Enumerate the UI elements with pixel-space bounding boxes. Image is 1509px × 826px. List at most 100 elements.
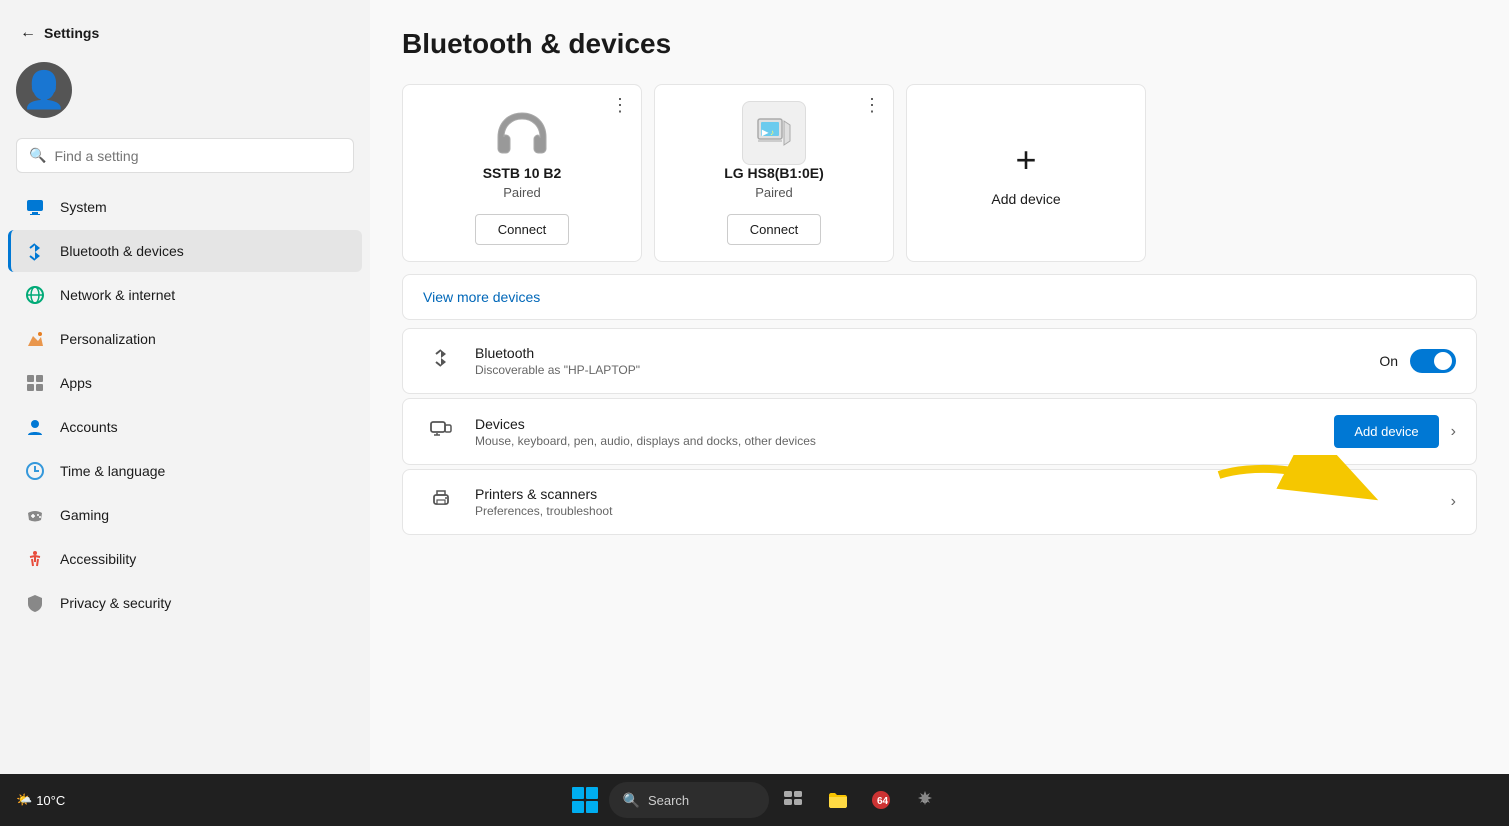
printers-row-title: Printers & scanners: [475, 486, 1435, 502]
taskbar-search-label: Search: [648, 793, 689, 808]
task-view-button[interactable]: [773, 780, 813, 820]
device-menu-dots-1[interactable]: ⋮: [611, 95, 629, 116]
sidebar-item-accessibility-label: Accessibility: [60, 551, 136, 567]
add-device-card[interactable]: + Add device: [906, 84, 1146, 262]
time-icon: [24, 460, 46, 482]
add-device-label: Add device: [991, 191, 1060, 207]
start-button[interactable]: [565, 780, 605, 820]
view-more-devices-row[interactable]: View more devices: [402, 274, 1477, 320]
printers-row-right: ›: [1451, 493, 1456, 511]
devices-row-right: Add device ›: [1334, 415, 1456, 448]
network-icon: [24, 284, 46, 306]
weather-temp: 10°C: [36, 793, 65, 808]
sidebar-item-system-label: System: [60, 199, 107, 215]
device-1-name: SSTB 10 B2: [483, 165, 562, 181]
sidebar-item-bluetooth-label: Bluetooth & devices: [60, 243, 184, 259]
view-more-devices-text: View more devices: [423, 289, 540, 305]
sidebar-item-apps[interactable]: Apps: [8, 362, 362, 404]
svg-text:64: 64: [877, 796, 889, 807]
bluetooth-toggle-area: On: [1379, 349, 1456, 373]
svg-text:▶: ▶: [761, 128, 769, 137]
device-card-headphone: ⋮ SSTB 10 B2 Paired Connect: [402, 84, 642, 262]
device-1-connect-button[interactable]: Connect: [475, 214, 569, 245]
weather-icon: 🌤️: [16, 792, 32, 808]
printers-row-icon: [423, 488, 459, 516]
taskbar-search-bar[interactable]: 🔍 Search: [609, 782, 769, 818]
bluetooth-row-title: Bluetooth: [475, 345, 1363, 361]
user-avatar-icon: 👤: [22, 69, 67, 111]
sidebar-item-apps-label: Apps: [60, 375, 92, 391]
gaming-icon: [24, 504, 46, 526]
avatar: 👤: [16, 62, 72, 118]
bluetooth-settings-row: Bluetooth Discoverable as "HP-LAPTOP" On: [402, 328, 1477, 394]
sidebar-item-privacy-label: Privacy & security: [60, 595, 171, 611]
search-input[interactable]: [54, 148, 341, 164]
device-menu-dots-2[interactable]: ⋮: [863, 95, 881, 116]
devices-row-icon: [423, 418, 459, 446]
main-content: Bluetooth & devices ⋮ SSTB 10 B2 Paired …: [370, 0, 1509, 826]
taskbar-left: 🌤️ 10°C: [16, 792, 65, 808]
device-card-media: ⋮ ▶ ♪ LG HS8(B1:0E) Paired Connect: [654, 84, 894, 262]
apps-icon: [24, 372, 46, 394]
media-device-icon: ▶ ♪: [742, 101, 806, 165]
bluetooth-toggle[interactable]: [1410, 349, 1456, 373]
sidebar-item-time-label: Time & language: [60, 463, 165, 479]
sidebar-header: 👤: [0, 54, 370, 134]
headphone-device-icon: [490, 101, 554, 165]
printers-row-chevron: ›: [1451, 493, 1456, 511]
devices-row-chevron: ›: [1451, 423, 1456, 441]
sidebar-item-personalization[interactable]: Personalization: [8, 318, 362, 360]
sidebar-item-privacy[interactable]: Privacy & security: [8, 582, 362, 624]
printers-row-subtitle: Preferences, troubleshoot: [475, 504, 1435, 518]
devices-add-device-button[interactable]: Add device: [1334, 415, 1438, 448]
file-explorer-button[interactable]: [817, 780, 857, 820]
sidebar: ← Settings 👤 🔍 System: [0, 0, 370, 826]
sidebar-item-bluetooth[interactable]: Bluetooth & devices: [8, 230, 362, 272]
printers-row-content: Printers & scanners Preferences, trouble…: [475, 486, 1435, 518]
device-cards: ⋮ SSTB 10 B2 Paired Connect ⋮: [402, 84, 1477, 262]
sidebar-item-network-label: Network & internet: [60, 287, 175, 303]
bluetooth-row-subtitle: Discoverable as "HP-LAPTOP": [475, 363, 1363, 377]
windows-logo-icon: [572, 787, 598, 813]
page-title: Bluetooth & devices: [402, 28, 1477, 60]
devices-settings-row[interactable]: Devices Mouse, keyboard, pen, audio, dis…: [402, 398, 1477, 465]
sidebar-item-accessibility[interactable]: Accessibility: [8, 538, 362, 580]
personalization-icon: [24, 328, 46, 350]
game-bar-button[interactable]: 64: [861, 780, 901, 820]
bluetooth-icon: [24, 240, 46, 262]
sidebar-item-gaming-label: Gaming: [60, 507, 109, 523]
sidebar-item-accounts-label: Accounts: [60, 419, 118, 435]
settings-title: Settings: [44, 25, 99, 41]
device-1-status: Paired: [503, 185, 541, 200]
printers-settings-row[interactable]: Printers & scanners Preferences, trouble…: [402, 469, 1477, 535]
sidebar-item-system[interactable]: System: [8, 186, 362, 228]
sidebar-item-accounts[interactable]: Accounts: [8, 406, 362, 448]
sidebar-item-network[interactable]: Network & internet: [8, 274, 362, 316]
taskbar-search-icon: 🔍: [623, 792, 640, 809]
settings-button[interactable]: [905, 780, 945, 820]
add-device-plus-icon: +: [1015, 139, 1036, 181]
taskbar-center: 🔍 Search 64: [565, 780, 945, 820]
bluetooth-row-content: Bluetooth Discoverable as "HP-LAPTOP": [475, 345, 1363, 377]
device-2-status: Paired: [755, 185, 793, 200]
device-2-connect-button[interactable]: Connect: [727, 214, 821, 245]
accessibility-icon: [24, 548, 46, 570]
devices-row-content: Devices Mouse, keyboard, pen, audio, dis…: [475, 416, 1318, 448]
search-box-icon: 🔍: [29, 147, 46, 164]
sidebar-item-time[interactable]: Time & language: [8, 450, 362, 492]
search-box[interactable]: 🔍: [16, 138, 354, 173]
weather-widget: 🌤️ 10°C: [16, 792, 65, 808]
taskbar: 🌤️ 10°C 🔍 Search: [0, 774, 1509, 826]
system-icon: [24, 196, 46, 218]
accounts-icon: [24, 416, 46, 438]
bluetooth-row-icon: [423, 347, 459, 375]
devices-row-title: Devices: [475, 416, 1318, 432]
devices-row-subtitle: Mouse, keyboard, pen, audio, displays an…: [475, 434, 1318, 448]
device-2-name: LG HS8(B1:0E): [724, 165, 824, 181]
bluetooth-toggle-label: On: [1379, 353, 1398, 369]
sidebar-item-gaming[interactable]: Gaming: [8, 494, 362, 536]
back-button[interactable]: ← Settings: [8, 16, 111, 50]
sidebar-item-personalization-label: Personalization: [60, 331, 156, 347]
back-arrow-icon: ←: [20, 24, 36, 42]
privacy-icon: [24, 592, 46, 614]
